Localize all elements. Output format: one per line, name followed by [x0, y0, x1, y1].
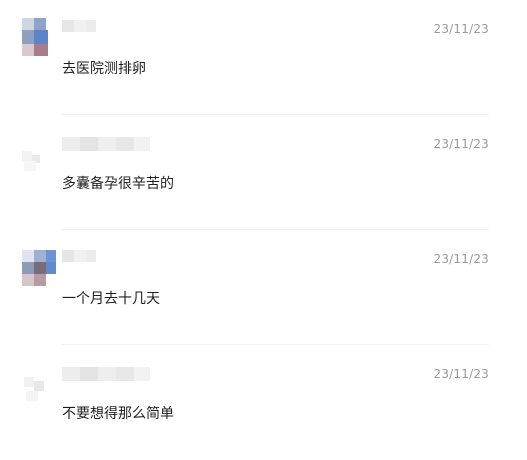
comment-item: 23/11/23 去医院测排卵 [0, 0, 527, 115]
avatar[interactable] [18, 363, 54, 403]
comment-date: 23/11/23 [433, 22, 489, 36]
comment-text: 多囊备孕很辛苦的 [62, 176, 174, 192]
comment-text: 去医院测排卵 [62, 61, 146, 77]
avatar[interactable] [18, 248, 62, 288]
comment-date: 23/11/23 [433, 137, 489, 151]
username-obscured[interactable] [62, 135, 152, 151]
comment-item: 23/11/23 不要想得那么简单 [0, 345, 527, 460]
comment-item: 23/11/23 一个月去十几天 [0, 230, 527, 345]
username-obscured[interactable] [62, 20, 102, 36]
comment-date: 23/11/23 [433, 367, 489, 381]
comment-text: 一个月去十几天 [62, 291, 160, 307]
avatar[interactable] [18, 133, 54, 173]
comment-item: 23/11/23 多囊备孕很辛苦的 [0, 115, 527, 230]
comment-text: 不要想得那么简单 [62, 406, 174, 422]
comment-date: 23/11/23 [433, 252, 489, 266]
username-obscured[interactable] [62, 250, 102, 266]
comment-list: 23/11/23 去医院测排卵 23/11/23 多囊备孕很辛苦的 23/11/… [0, 0, 527, 454]
avatar[interactable] [18, 18, 54, 58]
username-obscured[interactable] [62, 365, 152, 381]
